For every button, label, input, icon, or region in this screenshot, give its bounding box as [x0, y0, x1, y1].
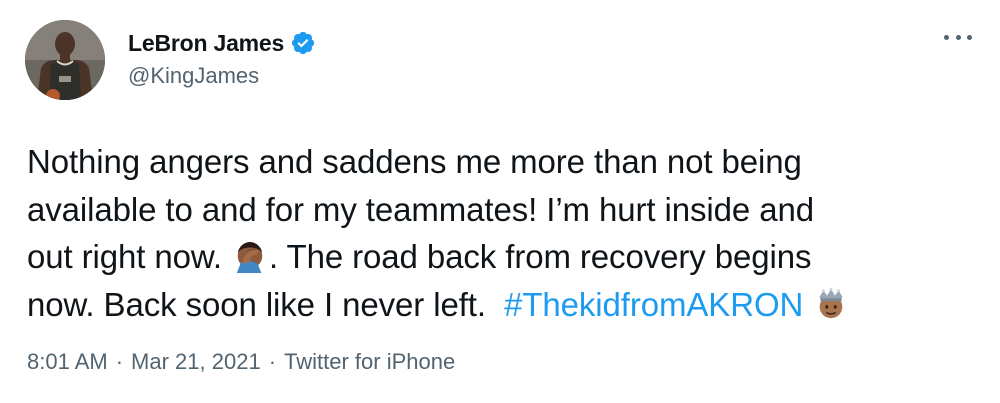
handle[interactable]: @KingJames: [128, 63, 316, 89]
tweet-source[interactable]: Twitter for iPhone: [284, 349, 455, 375]
tweet-time[interactable]: 8:01 AM: [27, 349, 108, 375]
tweet-line-3: out right now. . The road back from reco…: [27, 233, 977, 281]
display-name-row: LeBron James: [128, 29, 316, 57]
tweet-text-segment: now. Back soon like I never left.: [27, 285, 486, 323]
hashtag-link[interactable]: #ThekidfromAKRON: [504, 286, 803, 323]
dot: [944, 34, 949, 40]
tweet-line-1: Nothing angers and saddens me more than …: [27, 143, 802, 180]
avatar-image: [25, 20, 105, 100]
more-dots-icon[interactable]: [944, 30, 972, 44]
author-block: LeBron James @KingJames: [128, 29, 316, 89]
tweet-card: LeBron James @KingJames Nothing angers a…: [0, 0, 1000, 403]
tweet-line-2: available to and for my teammates! I’m h…: [27, 190, 814, 228]
tweet-text-segment: out right now.: [27, 238, 222, 275]
verified-badge-icon: [290, 30, 316, 56]
tweet-text: Nothing angers and saddens me more than …: [27, 138, 977, 328]
crowned-face-emoji-icon: [814, 286, 848, 320]
meta-separator: ·: [268, 349, 277, 374]
display-name[interactable]: LeBron James: [128, 30, 284, 57]
tweet-line-4: now. Back soon like I never left. #Theki…: [27, 281, 977, 329]
tweet-meta: 8:01 AM · Mar 21, 2021 · Twitter for iPh…: [27, 349, 455, 375]
tweet-text-segment: . The road back from recovery begins: [268, 238, 812, 275]
dot: [967, 34, 972, 40]
dot: [955, 34, 961, 40]
face-palm-emoji-icon: [233, 238, 267, 273]
tweet-date[interactable]: Mar 21, 2021: [131, 349, 261, 375]
meta-separator: ·: [115, 349, 124, 374]
avatar[interactable]: [25, 20, 105, 100]
